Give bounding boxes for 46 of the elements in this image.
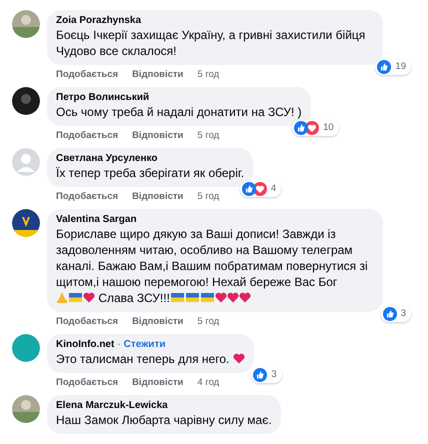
author-name[interactable]: Светлана Урсуленко (56, 152, 158, 165)
author-name[interactable]: KinoInfo.net (56, 338, 114, 351)
reaction-count[interactable]: 10 (292, 120, 339, 136)
heart-icon (83, 292, 95, 303)
timestamp[interactable]: 5 год (197, 190, 220, 203)
flag-icon (200, 293, 214, 302)
reaction-count[interactable]: 19 (375, 58, 411, 75)
author-name[interactable]: Петро Волинський (56, 91, 150, 104)
heart-icon (232, 353, 245, 364)
comment-text: Это талисман теперь для него. (56, 351, 245, 367)
action-link[interactable]: Подобається (56, 68, 118, 81)
action-link[interactable]: Подобається (56, 315, 118, 328)
avatar[interactable] (12, 209, 40, 237)
action-link[interactable]: Відповісти (132, 129, 184, 142)
author-name[interactable]: Elena Marczuk-Lewicka (56, 399, 168, 412)
heart-icon (214, 292, 227, 303)
action-link[interactable]: Подобається (56, 190, 118, 203)
action-link[interactable]: Відповісти (132, 315, 184, 328)
timestamp[interactable]: 5 год (197, 68, 220, 81)
comment-text: Бориславе щиро дякую за Ваші дописи! Завжди із задоволенням читаю, особливо на Вашому телеграм каналі. Бажаю Вам,і Вашим побратимам повернутися зі щитом,і нашою перемогою! Нехай береже Вас Бог Слава ЗСУ!!! (56, 226, 369, 306)
flag-icon (69, 293, 82, 302)
heart-icon (238, 292, 251, 303)
comment-text: Ось чому треба й надалі донатити на ЗСУ! ) (56, 104, 302, 120)
author-name[interactable]: Zoia Porazhynska (56, 14, 142, 27)
heart-icon (226, 292, 239, 303)
action-link[interactable]: Відповісти (132, 376, 184, 389)
timestamp[interactable]: 5 год (197, 129, 220, 142)
follow-link[interactable]: Стежити (124, 338, 166, 351)
comment-text: Боєць Ічкерії захищає Україну, а гривні захистили бійця Чудово все склалося! (56, 27, 366, 59)
reaction-count[interactable]: 3 (251, 366, 282, 383)
flag-icon (186, 293, 199, 302)
comment-text: Наш Замок Любарта чарівну силу має. (56, 412, 272, 428)
action-link[interactable]: Подобається (56, 129, 118, 142)
action-link[interactable]: Подобається (56, 376, 118, 389)
reaction-count[interactable]: 3 (380, 306, 411, 322)
avatar[interactable] (12, 87, 40, 115)
reaction-count[interactable]: 4 (240, 180, 282, 197)
comment-text: Їх тепер треба зберігати як оберіг. (56, 165, 244, 181)
praying-hands-icon (56, 292, 68, 303)
timestamp[interactable]: 5 год (197, 315, 220, 328)
flag-icon (170, 293, 184, 302)
action-link[interactable]: Відповісти (132, 190, 184, 203)
separator-dot: · (117, 338, 121, 351)
action-link[interactable]: Відповісти (132, 68, 184, 81)
timestamp[interactable]: 4 год (197, 376, 220, 389)
author-name[interactable]: Valentina Sargan (56, 213, 137, 226)
